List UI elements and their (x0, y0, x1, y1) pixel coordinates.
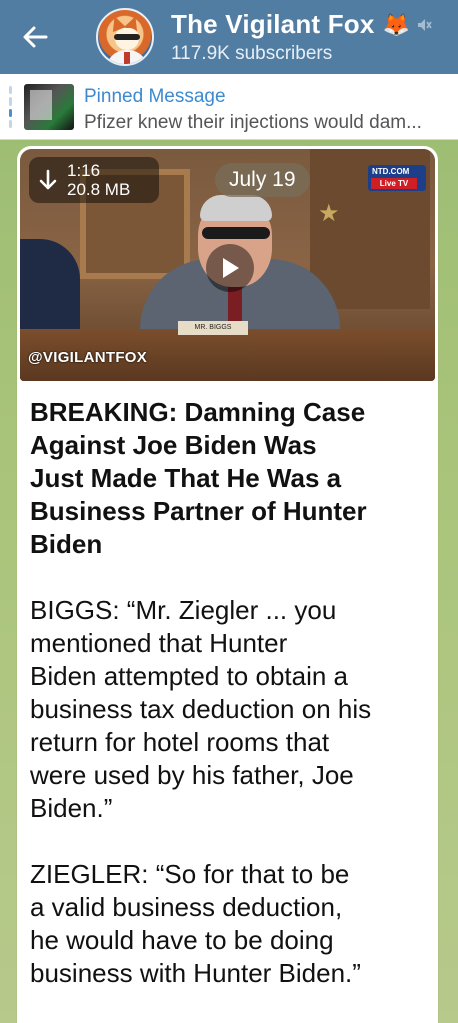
play-button[interactable] (206, 244, 254, 292)
play-icon (223, 258, 239, 278)
pinned-title: Pinned Message (84, 86, 226, 107)
nameplate: MR. BIGGS (178, 321, 248, 335)
video-watermark: @VIGILANTFOX (28, 349, 148, 366)
pinned-message-bar[interactable]: Pinned Message Pfizer knew their injecti… (0, 74, 458, 140)
video-size: 20.8 MB (67, 180, 131, 199)
star-decoration: ★ (318, 200, 340, 227)
video-duration: 1:16 (67, 161, 101, 180)
video-attachment[interactable]: ★ MR. BIGGS 1:16 20.8 MB July 19 NTD.COM… (20, 149, 435, 381)
pinned-indicator (9, 86, 12, 128)
back-button[interactable] (0, 0, 70, 74)
download-button[interactable]: 1:16 20.8 MB (29, 157, 159, 203)
pinned-thumbnail (24, 84, 74, 130)
pinned-preview: Pfizer knew their injections would dam..… (84, 112, 422, 133)
date-badge: July 19 (215, 163, 310, 197)
ntd-logo-top: NTD.COM (372, 167, 410, 176)
channel-info[interactable]: The Vigilant Fox 🦊 117.9K subscribers (171, 9, 432, 65)
download-arrow-icon (39, 169, 57, 190)
message-headline: BREAKING: Damning Case Against Joe Biden… (30, 397, 367, 559)
muted-speaker-icon (417, 18, 432, 31)
message-paragraph-biggs: BIGGS: “Mr. Ziegler ... you mentioned th… (30, 595, 372, 823)
arrow-left-icon (23, 26, 48, 48)
channel-title: The Vigilant Fox (171, 9, 375, 39)
channel-avatar[interactable] (96, 8, 154, 66)
fox-emoji: 🦊 (382, 11, 410, 37)
message-bubble: ★ MR. BIGGS 1:16 20.8 MB July 19 NTD.COM… (17, 146, 438, 1023)
message-text: BREAKING: Damning Case Against Joe Biden… (30, 396, 430, 990)
message-paragraph-ziegler: ZIEGLER: “So for that to be a valid busi… (30, 859, 361, 988)
ntd-logo-live: Live TV (371, 178, 417, 189)
ntd-logo: NTD.COM Live TV (368, 165, 426, 191)
chat-header: The Vigilant Fox 🦊 117.9K subscribers (0, 0, 458, 74)
subscriber-count: 117.9K subscribers (171, 43, 333, 64)
